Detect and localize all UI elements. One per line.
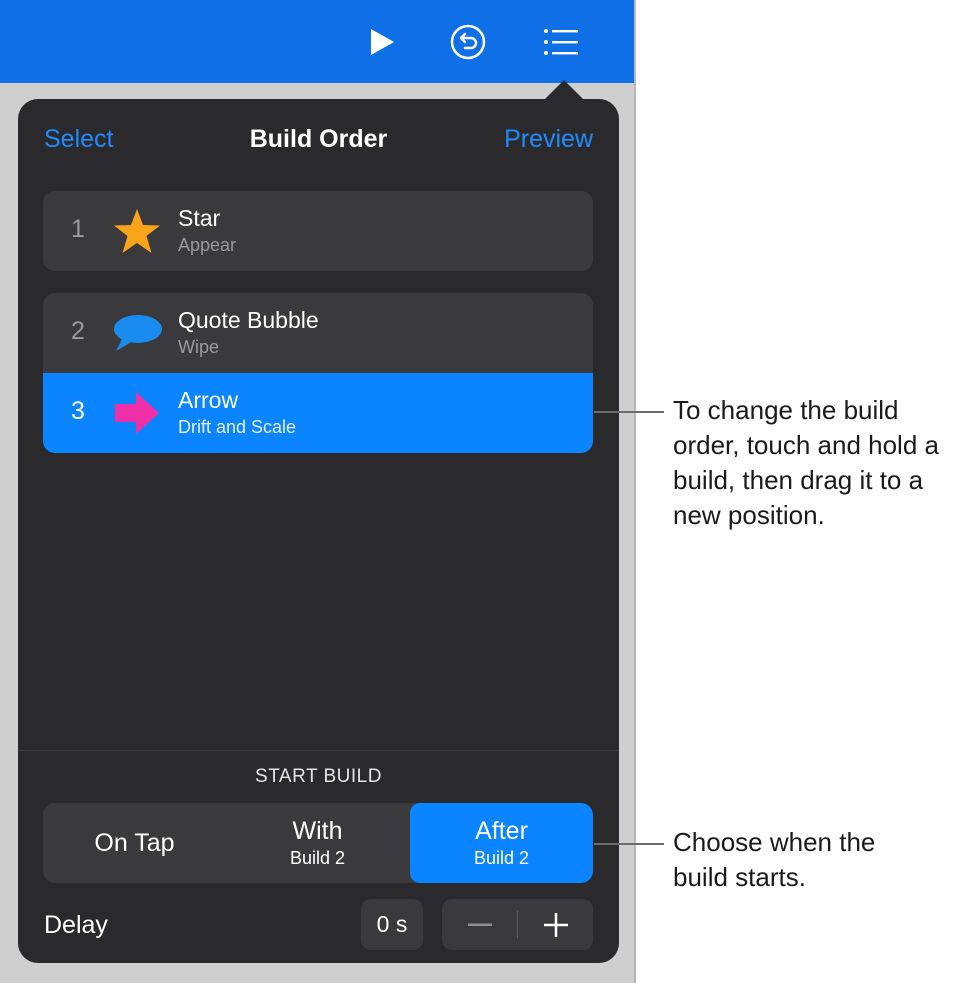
- build-row-quote-bubble[interactable]: 2 Quote Bubble Wipe: [43, 293, 593, 373]
- callout-line-reorder: [594, 411, 664, 413]
- star-icon: [111, 207, 163, 255]
- callout-line-start: [594, 843, 664, 845]
- build-card-2: 2 Quote Bubble Wipe 3 Arrow Drift and Sc…: [43, 293, 593, 453]
- build-name: Arrow: [178, 387, 239, 413]
- start-build-control: On Tap With Build 2 After Build 2: [43, 803, 593, 883]
- preview-button[interactable]: Preview: [504, 125, 593, 154]
- segment-label: With: [292, 817, 343, 845]
- build-name: Star: [178, 205, 221, 231]
- popover-pointer: [544, 80, 584, 100]
- segment-label: After: [475, 817, 528, 845]
- segment-sublabel: Build 2: [473, 848, 530, 868]
- build-number: 1: [71, 215, 85, 243]
- callout-reorder: To change the build order, touch and hol…: [673, 395, 939, 530]
- segment-sublabel: Build 2: [289, 848, 346, 868]
- segment-on-tap[interactable]: On Tap: [43, 803, 226, 883]
- delay-value[interactable]: 0 s: [361, 899, 423, 950]
- build-order-popover: Select Build Order Preview 1 Star Appear…: [18, 99, 619, 963]
- list-icon[interactable]: [541, 22, 581, 62]
- segment-label: On Tap: [94, 828, 175, 857]
- delay-stepper: [442, 899, 593, 950]
- speech-bubble-icon: [111, 309, 163, 357]
- build-number: 3: [71, 397, 85, 425]
- minus-icon: [467, 923, 492, 926]
- app-screen: Select Build Order Preview 1 Star Appear…: [0, 0, 636, 983]
- build-number: 2: [71, 317, 85, 345]
- section-divider: [18, 750, 619, 751]
- toolbar: [0, 0, 634, 83]
- decrement-button[interactable]: [442, 899, 517, 950]
- build-name: Quote Bubble: [178, 307, 319, 333]
- build-effect: Appear: [178, 235, 237, 255]
- segment-after[interactable]: After Build 2: [410, 803, 593, 883]
- build-row-star[interactable]: 1 Star Appear: [43, 191, 593, 271]
- build-row-arrow[interactable]: 3 Arrow Drift and Scale: [43, 373, 593, 453]
- start-build-heading: START BUILD: [255, 766, 382, 787]
- plus-icon: [543, 912, 568, 937]
- play-icon[interactable]: [362, 22, 402, 62]
- build-card-1: 1 Star Appear: [43, 191, 593, 271]
- build-effect: Wipe: [178, 337, 220, 357]
- segment-with[interactable]: With Build 2: [226, 803, 409, 883]
- build-effect: Drift and Scale: [178, 417, 297, 437]
- undo-icon[interactable]: [448, 22, 488, 62]
- callout-start: Choose when the build starts.: [673, 827, 876, 892]
- increment-button[interactable]: [518, 899, 593, 950]
- delay-label: Delay: [44, 911, 108, 939]
- arrow-right-icon: [111, 389, 163, 437]
